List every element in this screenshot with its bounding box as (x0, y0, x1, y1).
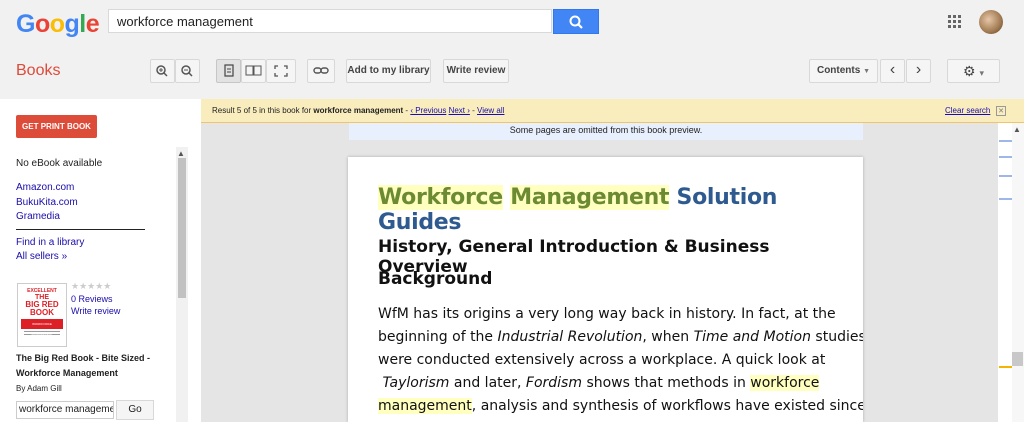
section-heading: Background (378, 269, 493, 289)
result-marker[interactable] (999, 175, 1012, 177)
clear-search-link[interactable]: Clear search (945, 106, 990, 115)
view-all-link[interactable]: View all (477, 106, 504, 115)
rating-stars[interactable]: ★★★★★ (71, 281, 111, 292)
no-ebook-label: No eBook available (16, 158, 103, 169)
next-result-link[interactable]: Next › (449, 106, 470, 115)
scroll-up-icon[interactable]: ▲ (177, 149, 185, 158)
book-title: The Big Red Book - Bite Sized - (16, 353, 151, 363)
single-page-view-button[interactable] (216, 59, 241, 83)
reviews-link[interactable]: 0 Reviews (71, 294, 113, 304)
fullscreen-icon (274, 65, 288, 77)
page-title: Workforce Management Solution Guides (378, 185, 778, 235)
book-author: By Adam Gill (16, 384, 62, 393)
chevron-down-icon: ▾ (979, 68, 984, 78)
chevron-down-icon: ▼ (863, 68, 871, 75)
logo-letter: e (85, 10, 100, 38)
viewer-scrollbar[interactable] (1012, 123, 1024, 422)
google-logo[interactable]: Google (16, 10, 100, 39)
omitted-pages-notice: Some pages are omitted from this book pr… (349, 123, 863, 140)
result-text: Result 5 of 5 in this book for (212, 106, 314, 115)
find-in-library-link[interactable]: Find in a library (16, 237, 84, 248)
avatar[interactable] (979, 10, 1003, 34)
link-icon (313, 67, 329, 74)
seller-link[interactable]: BukuKita.com (16, 197, 78, 208)
next-page-button[interactable]: › (906, 59, 931, 83)
result-marker[interactable] (999, 140, 1012, 142)
cover-title-3: BOOK (30, 308, 54, 317)
chevron-left-icon: ‹ (889, 61, 896, 78)
zoom-out-icon (181, 65, 193, 77)
viewer-scroll-thumb[interactable] (1012, 352, 1023, 366)
gear-icon: ⚙ (963, 63, 976, 79)
logo-letter: g (64, 10, 80, 38)
seller-link[interactable]: Gramedia (16, 211, 60, 222)
fullscreen-button[interactable] (266, 59, 296, 83)
search-button[interactable] (553, 9, 599, 34)
settings-button[interactable]: ⚙ ▾ (947, 59, 1000, 83)
page-paragraph: WfM has its origins a very long way back… (378, 306, 863, 414)
books-section-label[interactable]: Books (16, 62, 60, 80)
single-page-icon (224, 64, 234, 77)
logo-letter: o (34, 10, 50, 38)
search-icon (569, 15, 583, 29)
contents-label: Contents (816, 65, 861, 76)
two-page-view-button[interactable] (241, 59, 266, 83)
link-button[interactable] (307, 59, 335, 83)
close-icon[interactable]: ✕ (996, 106, 1006, 116)
contents-dropdown[interactable]: Contents ▼ (809, 59, 878, 83)
zoom-in-button[interactable] (150, 59, 175, 83)
search-in-book-input[interactable]: workforce manageme (16, 401, 114, 419)
two-page-icon (245, 65, 262, 76)
divider (16, 229, 145, 230)
zoom-in-icon (156, 65, 168, 77)
result-query: workforce management (313, 106, 404, 115)
cover-subtitle: WORKFORCE MANAGEMENT (21, 319, 63, 336)
search-input[interactable]: workforce management (108, 9, 552, 33)
write-review-button[interactable]: Write review (443, 59, 509, 83)
go-button[interactable]: Go (116, 400, 154, 420)
add-to-library-button[interactable]: Add to my library (346, 59, 431, 83)
book-cover[interactable]: EXCELLENT THE BIG RED BOOK WORKFORCE MAN… (17, 283, 67, 347)
current-result-marker[interactable] (999, 366, 1012, 368)
zoom-out-button[interactable] (175, 59, 200, 83)
scroll-up-icon[interactable]: ▲ (1013, 125, 1021, 134)
write-review-link[interactable]: Write review (71, 306, 120, 316)
logo-letter: G (16, 10, 35, 38)
previous-page-button[interactable]: ‹ (880, 59, 905, 83)
chevron-right-icon: › (915, 61, 922, 78)
apps-grid-icon[interactable] (948, 15, 962, 29)
search-result-notice: Result 5 of 5 in this book for workforce… (201, 99, 1024, 123)
result-marker[interactable] (999, 198, 1012, 200)
result-marker[interactable] (999, 156, 1012, 158)
sidebar-scroll-thumb[interactable] (178, 158, 186, 298)
book-page: Workforce Management Solution Guides His… (348, 157, 863, 422)
book-title: Workforce Management (16, 368, 118, 378)
all-sellers-link[interactable]: All sellers » (16, 251, 67, 262)
get-print-book-button[interactable]: GET PRINT BOOK (16, 115, 97, 138)
previous-result-link[interactable]: ‹ Previous (410, 106, 446, 115)
logo-letter: o (49, 10, 65, 38)
seller-link[interactable]: Amazon.com (16, 182, 74, 193)
